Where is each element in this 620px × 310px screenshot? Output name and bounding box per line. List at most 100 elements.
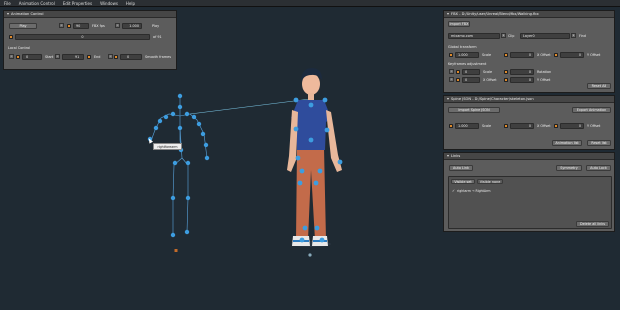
links-panel-header[interactable]: Links — [444, 153, 614, 160]
collapse-icon — [447, 98, 449, 100]
spine-panel: Spine JSON - D:/Spine/Character/skeleton… — [443, 95, 615, 150]
play-button[interactable]: Play — [9, 23, 37, 29]
layer-select[interactable]: Layer0 — [520, 33, 570, 39]
keyframe-rotation-input[interactable]: 0 — [510, 69, 534, 75]
start-input[interactable]: 0 — [22, 54, 42, 60]
timeline-slider[interactable]: 0 — [15, 34, 150, 40]
end-lock-icon[interactable] — [87, 54, 91, 59]
export-animation-button[interactable]: Export Animation — [572, 107, 611, 113]
global-scale-input[interactable]: 1.000 — [455, 52, 479, 58]
smooth-input[interactable]: 0 — [120, 54, 142, 60]
auto-link-button[interactable]: Auto Link — [449, 165, 473, 171]
smooth-decrement-icon[interactable]: < — [108, 54, 113, 59]
take-dropdown-icon[interactable]: ▾ — [501, 33, 506, 38]
spine-xoffset-input[interactable]: 0 — [510, 123, 534, 129]
char-joint-right-foot — [319, 237, 325, 243]
smooth-frames-label: Smooth frames — [145, 55, 171, 59]
global-transform-label: Global transform — [448, 45, 477, 49]
keyframe-scale-input[interactable]: 0 — [462, 69, 480, 75]
xoffset-lock-icon[interactable] — [504, 52, 508, 57]
auto-lock-button[interactable]: Auto Lock — [586, 165, 611, 171]
joint-left-elbow — [153, 125, 159, 131]
ky-lock-icon[interactable] — [504, 77, 508, 82]
end-decrement-icon[interactable]: < — [55, 54, 60, 59]
spine-scale-input[interactable]: 1.000 — [455, 123, 479, 129]
skeleton-bones — [150, 96, 208, 235]
char-joint-left-hip — [299, 168, 305, 174]
kx-decrement-icon[interactable]: < — [449, 77, 454, 82]
spine-scale-label: Scale — [482, 124, 492, 128]
start-label: Start — [45, 55, 54, 59]
joint-right-knee — [185, 195, 191, 201]
root-handle — [174, 249, 178, 252]
char-joint-right-thigh — [313, 180, 319, 186]
char-joint-right-ankle — [314, 225, 320, 231]
panel-title: Spine JSON - D:/Spine/Character/skeleton… — [451, 97, 534, 101]
global-xoffset-label: X Offset — [537, 53, 551, 57]
kscale-lock-icon[interactable] — [456, 69, 460, 74]
yoffset-lock-icon[interactable] — [554, 52, 558, 57]
joint-left-knee — [170, 195, 176, 201]
spine-panel-header[interactable]: Spine JSON - D:/Spine/Character/skeleton… — [444, 96, 614, 103]
joint-left-clavicle — [170, 111, 176, 117]
keyframe-xoffset-input[interactable]: 0 — [462, 77, 480, 83]
spine-scale-lock-icon[interactable] — [449, 123, 453, 128]
joint-right-hand — [204, 155, 210, 161]
rotation-lock-icon[interactable] — [504, 69, 508, 74]
global-xoffset-input[interactable]: 0 — [510, 52, 534, 58]
link-row[interactable]: ✓ rightarm → RightArm — [452, 189, 490, 193]
delete-all-links-button[interactable]: Delete all links — [576, 221, 609, 227]
layer-dropdown-icon[interactable]: ▾ — [571, 33, 576, 38]
speed-input[interactable]: 1.000 — [122, 23, 142, 29]
joint-right-forearm — [203, 142, 209, 148]
start-decrement-icon[interactable]: < — [9, 54, 14, 59]
joint-right-upperarm — [196, 121, 202, 127]
global-scale-label: Scale — [482, 53, 492, 57]
visible-set-tab[interactable]: Visible set — [451, 179, 475, 184]
global-yoffset-input[interactable]: 0 — [560, 52, 584, 58]
keyframe-yoffset-input[interactable]: 0 — [510, 77, 534, 83]
scale-lock-icon[interactable] — [449, 52, 453, 57]
panel-title: Animation Control — [11, 12, 44, 16]
kscale-decrement-icon[interactable]: < — [449, 69, 454, 74]
spine-x-lock-icon[interactable] — [504, 123, 508, 128]
timeline-lock-icon[interactable] — [9, 34, 13, 39]
start-lock-icon[interactable] — [16, 54, 20, 59]
frame-lock-icon[interactable] — [67, 23, 71, 28]
import-spine-button[interactable]: Import Spine JSON — [448, 107, 500, 113]
collapse-icon — [447, 155, 449, 157]
symmetry-button[interactable]: Symmetry — [556, 165, 582, 171]
joint-right-clavicle — [184, 111, 190, 117]
reset-all-button[interactable]: Reset All — [587, 83, 611, 89]
play-speed-label: Play — [152, 24, 160, 28]
joint-right-ankle — [184, 229, 190, 235]
fbx-panel: FBX - D:/Unity/user/Unreal/Blend/fbx/Wal… — [443, 10, 615, 93]
panel-title: FBX - D:/Unity/user/Unreal/Blend/fbx/Wal… — [451, 12, 539, 16]
reset-list-button[interactable]: Reset list — [587, 140, 611, 146]
spine-xoffset-label: X Offset — [537, 124, 551, 128]
take-select[interactable]: mixamo.com — [448, 33, 500, 39]
frame-input[interactable]: 90 — [73, 23, 89, 29]
char-joint-spine — [308, 137, 314, 143]
kx-lock-icon[interactable] — [456, 77, 460, 82]
end-input[interactable]: 91 — [62, 54, 84, 60]
animation-control-header[interactable]: Animation Control — [4, 11, 176, 18]
check-icon: ✓ — [452, 189, 456, 193]
char-joint-right-elbow — [324, 127, 330, 133]
collapse-icon — [447, 13, 449, 15]
frame-decrement-icon[interactable]: < — [59, 23, 64, 28]
find-label: Find — [579, 34, 586, 38]
import-fbx-button[interactable]: Import FBX — [448, 21, 470, 27]
char-joint-right-wrist — [337, 159, 343, 165]
spine-y-lock-icon[interactable] — [554, 123, 558, 128]
spine-yoffset-input[interactable]: 0 — [560, 123, 584, 129]
keyframe-yoffset-label: Y Offset — [537, 78, 551, 82]
speed-decrement-icon[interactable]: < — [115, 23, 120, 28]
animation-list-button[interactable]: Animation list — [552, 140, 582, 146]
visible-none-tab[interactable]: Visible none — [477, 179, 503, 184]
smooth-lock-icon[interactable] — [114, 54, 118, 59]
fbx-panel-header[interactable]: FBX - D:/Unity/user/Unreal/Blend/fbx/Wal… — [444, 11, 614, 18]
joint-head — [177, 93, 183, 99]
char-joint-right-shoulder — [322, 97, 328, 103]
clip-label: Clip — [508, 34, 515, 38]
